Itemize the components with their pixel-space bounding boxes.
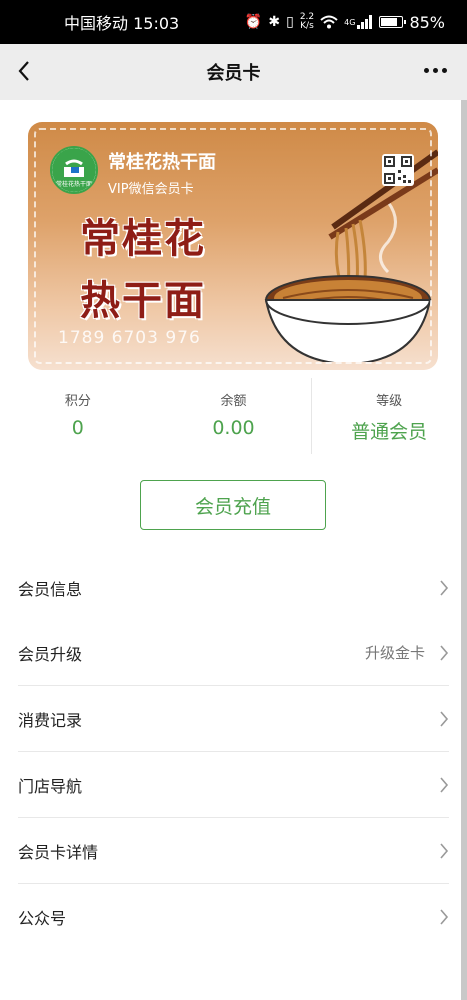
qr-code-icon[interactable] xyxy=(382,154,414,186)
card-number: 1789 6703 976 xyxy=(58,328,201,348)
status-icons: ⏰ ✱ ▯ 2.2 K/s 4G 85% xyxy=(245,13,445,32)
more-icon[interactable] xyxy=(424,68,447,73)
member-card[interactable]: 常桂花热干面 常桂花热干面 VIP微信会员卡 常桂花 热干面 1789 6703… xyxy=(28,122,438,370)
network-type: 4G xyxy=(344,17,356,27)
signal-icon xyxy=(357,15,373,29)
chevron-right-icon xyxy=(440,843,449,859)
card-type: VIP微信会员卡 xyxy=(108,182,194,197)
status-bar: 中国移动 15:03 ⏰ ✱ ▯ 2.2 K/s 4G 85% xyxy=(0,0,467,44)
stat-balance-label: 余额 xyxy=(220,394,247,409)
stat-balance-value: 0.00 xyxy=(212,417,255,439)
vibrate-icon: ▯ xyxy=(286,14,294,30)
nav-bar: 会员卡 xyxy=(0,44,467,100)
menu-item-store-navigation[interactable]: 门店导航 xyxy=(18,751,449,817)
stat-level-value: 普通会员 xyxy=(351,421,428,443)
page-content: 常桂花热干面 常桂花热干面 VIP微信会员卡 常桂花 热干面 1789 6703… xyxy=(0,100,467,1000)
chevron-right-icon xyxy=(440,645,449,661)
store-logo: 常桂花热干面 xyxy=(50,146,98,194)
logo-text: 常桂花热干面 xyxy=(56,180,92,188)
wifi-icon xyxy=(320,15,338,29)
alarm-icon: ⏰ xyxy=(244,14,263,30)
battery-percent: 85% xyxy=(409,12,445,32)
stat-points-value: 0 xyxy=(71,417,84,439)
menu-item-label: 会员信息 xyxy=(18,579,83,599)
menu-item-label: 门店导航 xyxy=(18,776,83,796)
card-title-line2: 热干面 xyxy=(80,277,206,324)
speed-unit: K/s xyxy=(300,21,314,31)
stat-points-label: 积分 xyxy=(64,394,91,409)
chevron-right-icon xyxy=(440,580,449,596)
recharge-button[interactable]: 会员充值 xyxy=(140,480,326,530)
carrier-time: 中国移动 15:03 xyxy=(64,14,180,33)
scrollbar[interactable] xyxy=(461,100,467,1000)
card-title-line1: 常桂花 xyxy=(80,215,206,262)
logo-graphic: 常桂花热干面 xyxy=(52,148,96,192)
stat-points[interactable]: 积分 0 xyxy=(0,378,156,456)
store-name: 常桂花热干面 xyxy=(108,152,216,173)
menu-item-upgrade[interactable]: 会员升级 升级金卡 xyxy=(18,620,449,685)
stat-level-label: 等级 xyxy=(376,394,403,409)
stat-balance[interactable]: 余额 0.00 xyxy=(156,378,312,456)
bluetooth-icon: ✱ xyxy=(268,14,281,30)
menu-item-label: 会员升级 xyxy=(18,644,83,664)
menu-item-label: 公众号 xyxy=(18,908,67,928)
menu-list: 会员信息 会员升级 升级金卡 消费记录 门店导航 会员卡详情 公众号 xyxy=(0,555,467,949)
chevron-right-icon xyxy=(440,777,449,793)
menu-item-extra: 升级金卡 xyxy=(364,644,425,662)
menu-item-label: 消费记录 xyxy=(18,710,83,730)
menu-item-card-details[interactable]: 会员卡详情 xyxy=(18,817,449,883)
menu-item-label: 会员卡详情 xyxy=(18,842,99,862)
menu-item-official-account[interactable]: 公众号 xyxy=(18,883,449,949)
chevron-right-icon xyxy=(440,711,449,727)
back-icon[interactable] xyxy=(12,56,42,86)
chevron-right-icon xyxy=(440,909,449,925)
battery-icon xyxy=(379,16,407,28)
menu-item-member-info[interactable]: 会员信息 xyxy=(18,555,449,620)
menu-item-consumption-records[interactable]: 消费记录 xyxy=(18,685,449,751)
network-speed: 2.2 K/s xyxy=(300,13,314,31)
member-stats: 积分 0 余额 0.00 等级 普通会员 xyxy=(0,378,467,456)
page-title: 会员卡 xyxy=(206,63,261,84)
stat-level[interactable]: 等级 普通会员 xyxy=(311,378,467,456)
